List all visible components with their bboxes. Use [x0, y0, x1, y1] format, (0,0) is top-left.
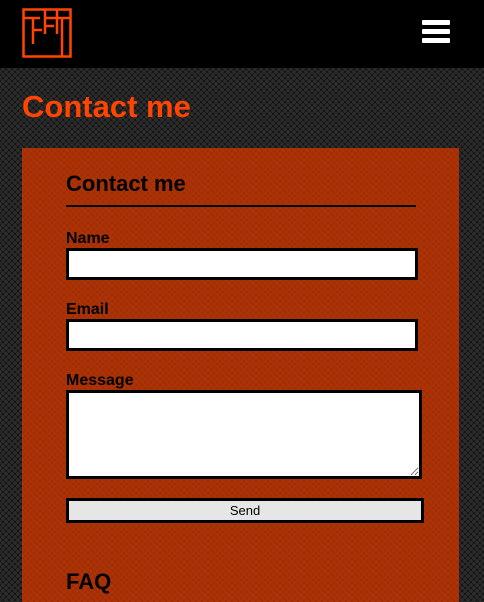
contact-panel: Contact me Name Email Message Send FAQ: [22, 148, 459, 602]
title-divider: [66, 205, 416, 207]
site-header: [0, 0, 484, 68]
menu-bar: [422, 38, 450, 43]
email-label: Email: [66, 301, 109, 318]
name-field[interactable]: [66, 248, 418, 280]
send-button[interactable]: Send: [66, 498, 424, 523]
ff-logo-icon[interactable]: [22, 8, 72, 58]
message-label: Message: [66, 372, 134, 389]
name-label: Name: [66, 230, 110, 247]
menu-bar: [422, 29, 450, 34]
email-field[interactable]: [66, 319, 418, 351]
faq-heading: FAQ: [66, 569, 112, 594]
message-field[interactable]: [66, 390, 422, 479]
menu-bar: [422, 20, 450, 25]
hamburger-menu-icon[interactable]: [420, 18, 452, 46]
page-title: Contact me: [22, 89, 191, 124]
form-title: Contact me: [66, 171, 186, 196]
